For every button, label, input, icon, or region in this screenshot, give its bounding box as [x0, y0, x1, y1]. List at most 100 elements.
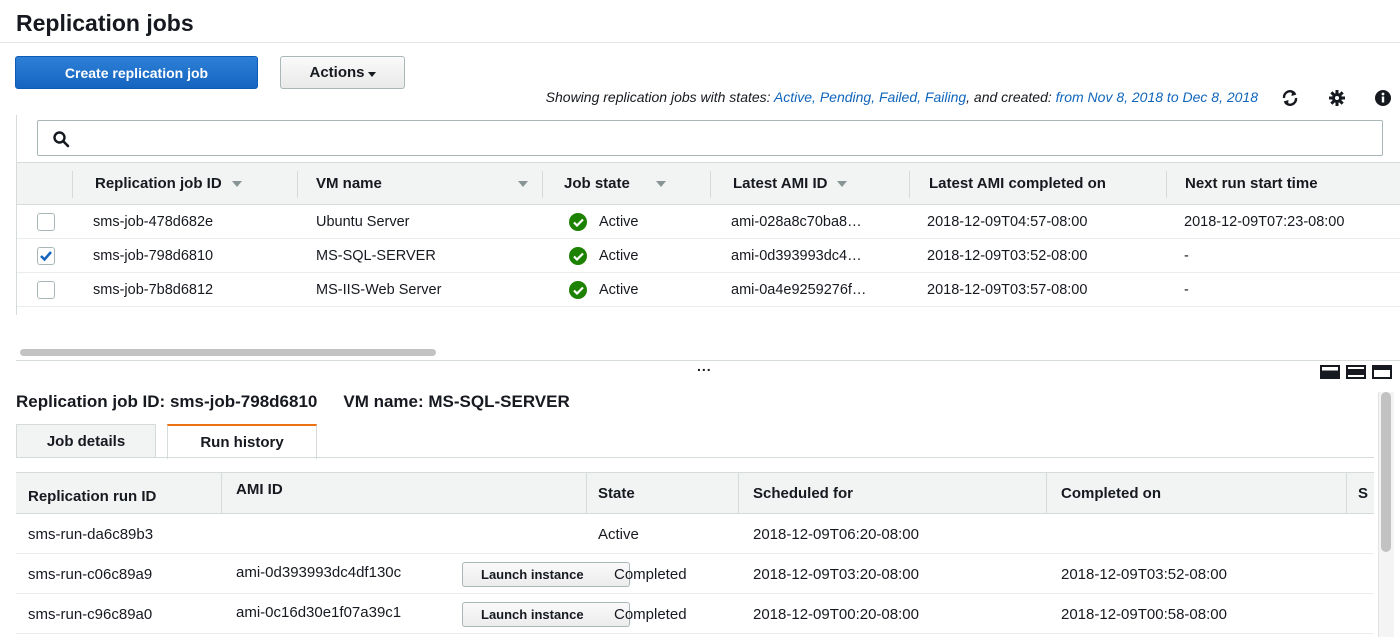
check-circle-icon: [569, 281, 587, 299]
vm-name: MS-SQL-SERVER: [316, 248, 436, 264]
column-divider: [738, 473, 739, 513]
sort-down-icon: [518, 180, 528, 187]
check-circle-icon: [569, 247, 587, 265]
filter-states-link[interactable]: Active, Pending, Failed, Failing: [774, 89, 966, 105]
table-row[interactable]: sms-job-478d682e Ubuntu Server Active am…: [17, 205, 1400, 239]
split-resize-handle[interactable]: ...: [697, 358, 712, 374]
ami-id: ami-0d393993dc4df130c: [236, 563, 402, 581]
column-label: VM name: [316, 175, 382, 192]
filter-prefix: Showing replication jobs with states:: [545, 89, 774, 105]
info-icon[interactable]: [1373, 88, 1393, 108]
run-id: sms-run-c96c89a0: [28, 605, 153, 623]
scheduled-for: 2018-12-09T03:20-08:00: [753, 565, 919, 583]
page-title: Replication jobs: [16, 10, 194, 36]
table-row[interactable]: sms-run-c96c89a0 ami-0c16d30e1f07a39c1 L…: [16, 594, 1374, 634]
latest-ami-completed: 2018-12-09T03:57-08:00: [927, 282, 1088, 298]
layout-split-panel-icon[interactable]: [1346, 365, 1366, 379]
launch-instance-button[interactable]: Launch instance: [462, 562, 630, 587]
details-heading: Replication job ID: sms-job-798d6810 VM n…: [16, 392, 570, 412]
job-state-label: Active: [599, 282, 639, 298]
latest-ami-completed: 2018-12-09T04:57-08:00: [927, 214, 1088, 230]
table-row[interactable]: sms-run-c06c89a9 ami-0d393993dc4df130c L…: [16, 554, 1374, 594]
column-divider: [909, 171, 910, 198]
column-divider: [710, 171, 711, 198]
latest-ami-id: ami-028a8c70ba8…: [731, 214, 862, 230]
job-id: sms-job-798d6810: [93, 248, 214, 264]
launch-instance-button[interactable]: Launch instance: [462, 602, 630, 627]
column-label: Latest AMI ID: [733, 175, 828, 192]
job-id: sms-job-478d682e: [93, 214, 214, 230]
create-replication-job-button[interactable]: Create replication job: [15, 56, 258, 89]
column-divider: [1166, 171, 1167, 198]
filter-summary: Showing replication jobs with states: Ac…: [546, 89, 1258, 105]
run-id: sms-run-c06c89a9: [28, 565, 153, 583]
column-divider: [1346, 473, 1347, 513]
column-header-latest-ami-completed[interactable]: Latest AMI completed on: [929, 163, 1163, 204]
table-row[interactable]: sms-run-da6c89b3 Active 2018-12-09T06:20…: [16, 514, 1374, 554]
job-id-label: Replication job ID:: [16, 392, 170, 411]
column-header-state[interactable]: State: [598, 473, 635, 513]
sort-down-icon: [837, 180, 848, 187]
job-state-label: Active: [599, 248, 639, 264]
tab-run-history[interactable]: Run history: [167, 424, 317, 459]
column-header-job-state[interactable]: Job state: [564, 163, 666, 204]
job-state: Active: [569, 239, 639, 273]
row-checkbox[interactable]: [37, 281, 55, 299]
filter-middle: , and created:: [966, 89, 1056, 105]
column-header-scheduled-for[interactable]: Scheduled for: [753, 473, 853, 513]
refresh-icon[interactable]: [1280, 88, 1300, 108]
latest-ami-id: ami-0d393993dc4…: [731, 248, 862, 264]
checkmark-icon: [40, 251, 52, 262]
run-history-table-header: Replication run ID AMI ID State Schedule…: [16, 472, 1374, 514]
column-label: Next run start time: [1185, 175, 1318, 192]
scheduled-for: 2018-12-09T00:20-08:00: [753, 605, 919, 623]
actions-label: Actions: [309, 64, 365, 81]
column-header-ami-id[interactable]: AMI ID: [236, 469, 283, 509]
column-divider: [221, 473, 222, 513]
actions-dropdown-button[interactable]: Actions: [280, 56, 405, 89]
column-header-truncated[interactable]: S: [1358, 473, 1368, 513]
column-header-job-id[interactable]: Replication job ID: [95, 163, 242, 204]
horizontal-scrollbar[interactable]: [20, 349, 436, 356]
job-state: Active: [569, 205, 639, 239]
layout-top-panel-icon[interactable]: [1372, 365, 1392, 379]
ami-id: ami-0c16d30e1f07a39c1: [236, 603, 402, 621]
job-state-label: Active: [599, 214, 639, 230]
tab-job-details[interactable]: Job details: [16, 424, 156, 458]
column-header-run-id[interactable]: Replication run ID: [28, 476, 156, 516]
replication-jobs-table: Replication job ID VM name Job state Lat…: [16, 115, 1400, 315]
selected-vm-name: MS-SQL-SERVER: [428, 392, 570, 411]
run-id: sms-run-da6c89b3: [28, 525, 154, 543]
column-divider: [1046, 473, 1047, 513]
run-state: Active: [598, 525, 639, 543]
layout-bottom-panel-icon[interactable]: [1320, 365, 1340, 379]
next-run-time: -: [1184, 248, 1189, 264]
title-divider: [0, 42, 1400, 43]
completed-on: 2018-12-09T03:52-08:00: [1061, 565, 1227, 583]
filter-date-range-link[interactable]: from Nov 8, 2018 to Dec 8, 2018: [1056, 89, 1258, 105]
panel-layout-switcher: [1320, 365, 1392, 379]
column-label: Job state: [564, 175, 630, 192]
column-divider: [297, 171, 298, 198]
vertical-scrollbar-thumb[interactable]: [1381, 392, 1391, 552]
search-input[interactable]: [37, 120, 1383, 156]
column-header-vm-name[interactable]: VM name: [316, 163, 528, 204]
column-header-completed-on[interactable]: Completed on: [1061, 473, 1161, 513]
check-circle-icon: [569, 213, 587, 231]
column-header-latest-ami-id[interactable]: Latest AMI ID: [733, 163, 848, 204]
column-label: Latest AMI completed on: [929, 175, 1106, 192]
table-row[interactable]: sms-job-798d6810 MS-SQL-SERVER Active am…: [17, 239, 1400, 273]
next-run-time: 2018-12-09T07:23-08:00: [1184, 214, 1345, 230]
row-checkbox[interactable]: [37, 213, 55, 231]
run-state: Completed: [614, 565, 687, 583]
job-id: sms-job-7b8d6812: [93, 282, 214, 298]
gear-icon[interactable]: [1327, 88, 1347, 108]
row-checkbox[interactable]: [37, 247, 55, 265]
table-row[interactable]: sms-job-7b8d6812 MS-IIS-Web Server Activ…: [17, 273, 1400, 307]
column-header-next-run[interactable]: Next run start time: [1185, 163, 1318, 204]
sort-down-icon: [655, 180, 666, 187]
selected-job-id: sms-job-798d6810: [169, 392, 318, 411]
completed-on: 2018-12-09T00:58-08:00: [1061, 605, 1227, 623]
column-label: Replication job ID: [95, 175, 222, 192]
run-state: Completed: [614, 605, 687, 623]
